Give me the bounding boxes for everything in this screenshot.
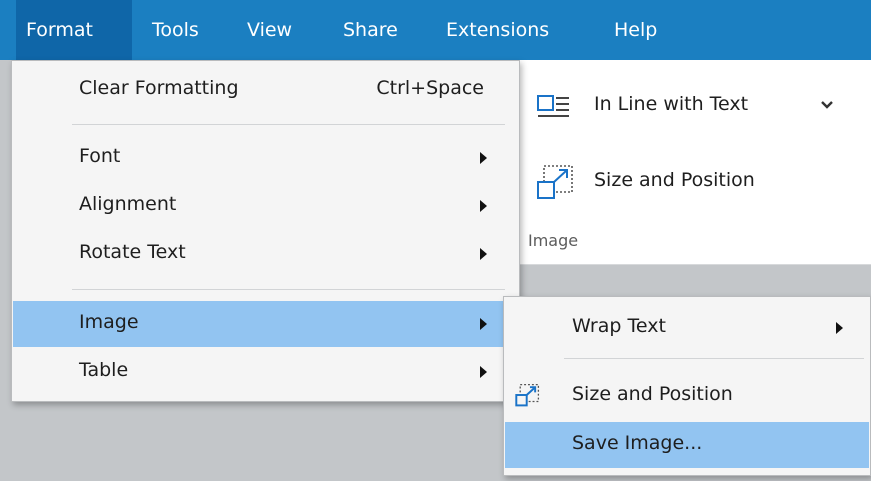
font-label: Font [79, 145, 121, 167]
submenu-item-wrap-text[interactable]: Wrap Text [505, 305, 869, 351]
submenu-item-save-image[interactable]: Save Image... [505, 422, 869, 468]
menu-item-image[interactable]: Image [13, 301, 518, 347]
size-position-icon [537, 165, 573, 199]
submenu-arrow-icon [836, 322, 843, 334]
menu-item-clear-formatting[interactable]: Clear Formatting Ctrl+Space [13, 67, 518, 113]
rotate-text-label: Rotate Text [79, 241, 186, 263]
menu-view[interactable]: View [247, 0, 292, 60]
size-position-icon [515, 383, 540, 407]
size-position-label: Size and Position [572, 383, 733, 405]
ribbon-image-group: In Line with Text Size and Position Imag… [500, 60, 871, 265]
chevron-down-icon[interactable] [820, 100, 834, 110]
clear-formatting-shortcut: Ctrl+Space [376, 77, 484, 99]
clear-formatting-label: Clear Formatting [79, 77, 239, 99]
menu-separator [72, 289, 505, 290]
menu-item-table[interactable]: Table [13, 349, 518, 395]
ribbon-group-label: Image [528, 231, 579, 250]
menu-separator [564, 358, 864, 359]
menu-item-alignment[interactable]: Alignment [13, 183, 518, 229]
submenu-arrow-icon [480, 366, 487, 378]
menu-help[interactable]: Help [614, 0, 657, 60]
menu-item-rotate-text[interactable]: Rotate Text [13, 231, 518, 277]
menu-extensions[interactable]: Extensions [446, 0, 549, 60]
menu-separator [72, 124, 505, 125]
submenu-arrow-icon [480, 152, 487, 164]
submenu-item-size-position[interactable]: Size and Position [505, 373, 869, 419]
menu-tools[interactable]: Tools [152, 0, 199, 60]
format-menu: Clear Formatting Ctrl+Space Font Alignme… [11, 60, 520, 402]
wrap-text-dropdown-label[interactable]: In Line with Text [594, 93, 748, 115]
submenu-arrow-icon [480, 200, 487, 212]
menu-bar: Format Tools View Share Extensions Help [0, 0, 871, 60]
submenu-arrow-icon [480, 318, 487, 330]
submenu-arrow-icon [480, 248, 487, 260]
image-label: Image [79, 311, 139, 333]
save-image-label: Save Image... [572, 432, 703, 454]
menu-item-font[interactable]: Font [13, 135, 518, 181]
size-position-button[interactable]: Size and Position [594, 169, 755, 191]
image-submenu: Wrap Text Size and Position Save Image..… [503, 296, 871, 476]
wrap-text-icon [537, 95, 569, 117]
wrap-text-label: Wrap Text [572, 315, 666, 337]
table-label: Table [79, 359, 129, 381]
alignment-label: Alignment [79, 193, 177, 215]
menu-format[interactable]: Format [16, 0, 132, 60]
menu-share[interactable]: Share [343, 0, 398, 60]
